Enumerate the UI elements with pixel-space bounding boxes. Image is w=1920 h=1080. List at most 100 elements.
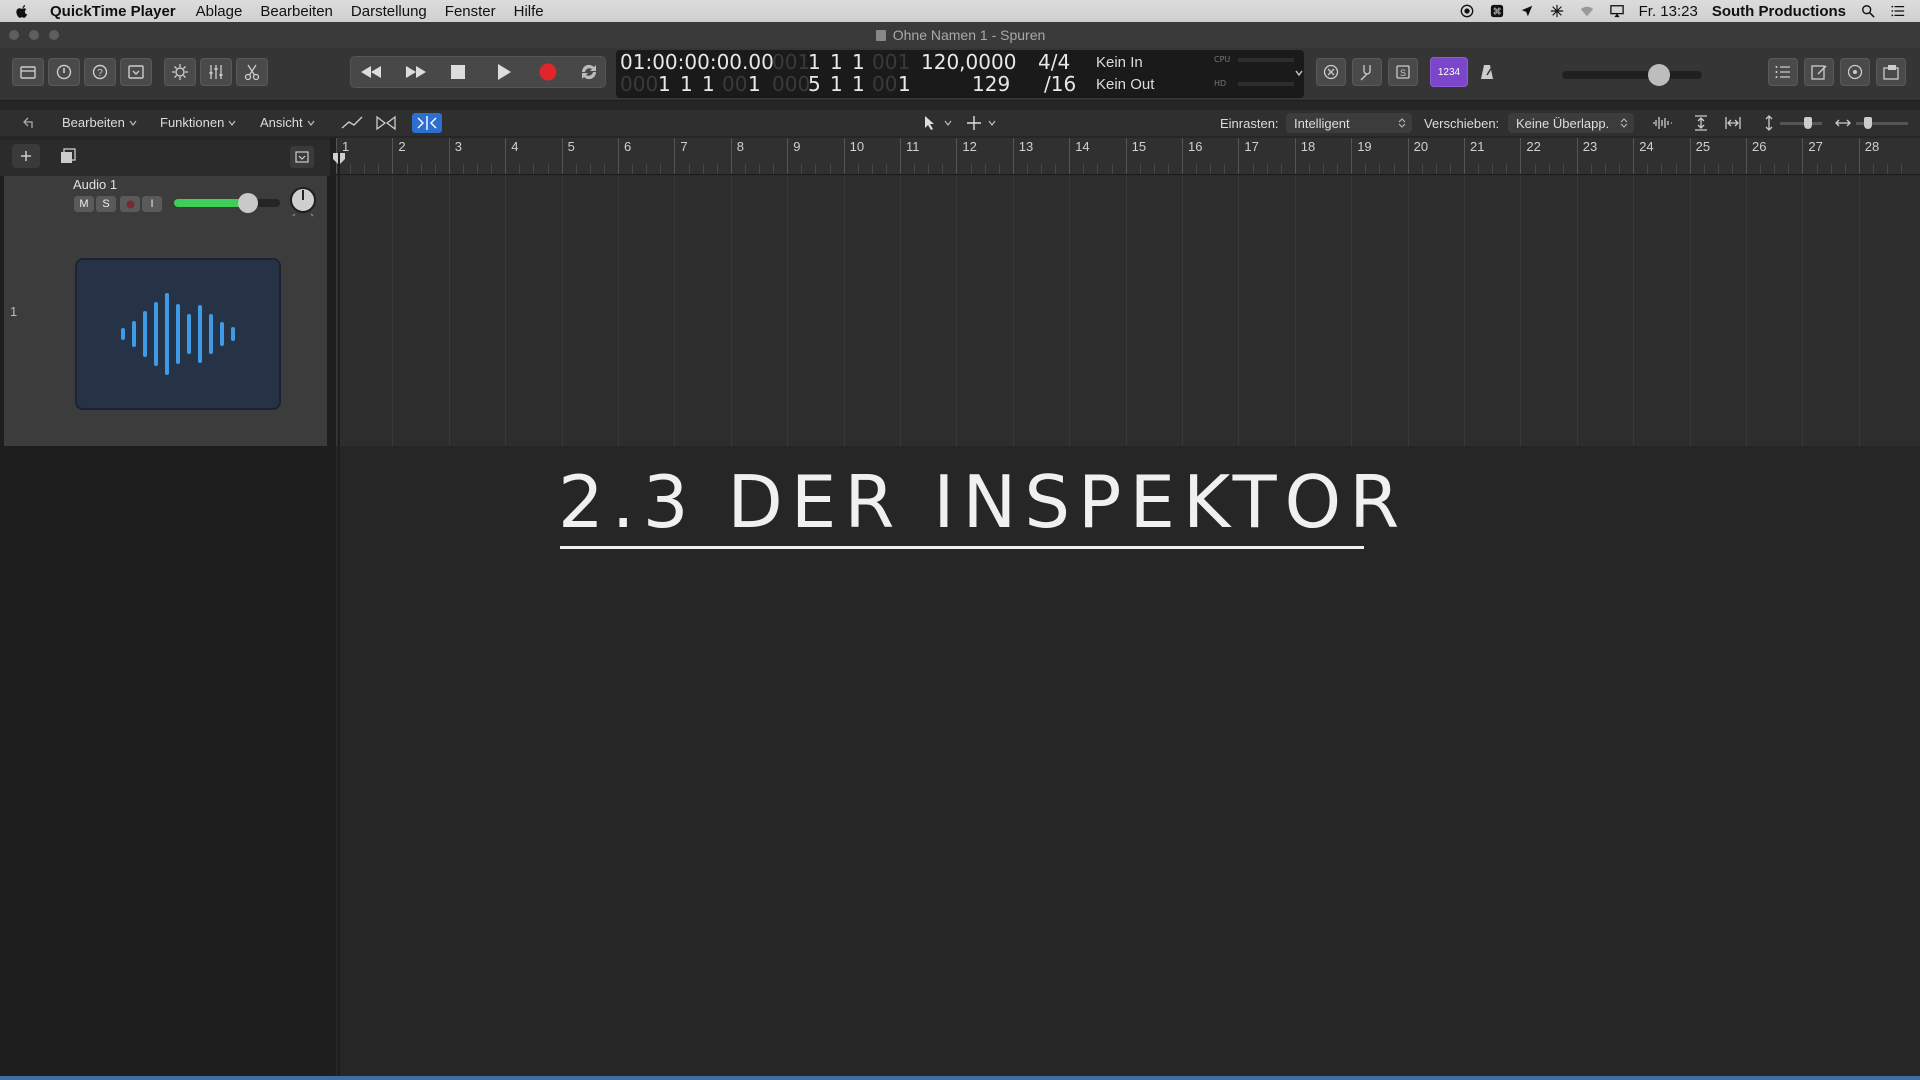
view-menu[interactable]: Ansicht (260, 115, 315, 130)
track-volume-knob[interactable] (238, 193, 259, 213)
horizontal-zoom-thumb[interactable] (1864, 117, 1872, 129)
ruler-bar-number: 16 (1188, 139, 1203, 154)
menubar-clock[interactable]: Fr. 13:23 (1639, 3, 1698, 20)
rewind-icon[interactable] (355, 63, 387, 81)
menu-ablage[interactable]: Ablage (196, 3, 243, 20)
pointer-tool-icon[interactable] (922, 115, 938, 131)
lcd-signature[interactable]: 4/4 (1038, 50, 1070, 74)
wifi-icon[interactable] (1579, 4, 1595, 18)
fast-forward-icon[interactable] (400, 63, 432, 81)
solo-button[interactable]: S (1388, 58, 1418, 86)
mixer-button[interactable] (200, 58, 232, 86)
browser-button[interactable] (1876, 58, 1906, 86)
menu-darstellung[interactable]: Darstellung (351, 3, 427, 20)
lcd-division[interactable]: /16 (1044, 72, 1076, 96)
menu-fenster[interactable]: Fenster (445, 3, 496, 20)
svg-text:⌘: ⌘ (1492, 7, 1501, 17)
command-icon[interactable]: ⌘ (1489, 4, 1505, 18)
network-icon[interactable] (1549, 4, 1565, 18)
waveform-zoom-icon[interactable] (1650, 114, 1674, 132)
edit-menu[interactable]: Bearbeiten (62, 115, 137, 130)
catch-button[interactable] (412, 113, 442, 133)
playhead-line[interactable] (338, 152, 340, 1080)
vertical-zoom-slider[interactable] (1780, 122, 1822, 125)
library-icon (20, 66, 36, 79)
drag-popup[interactable]: Keine Überlapp. (1508, 113, 1634, 133)
duplicate-track-button[interactable] (54, 144, 82, 168)
track-name[interactable]: Audio 1 (73, 177, 117, 192)
lcd-tempo[interactable]: 120,0000 (921, 50, 1016, 74)
back-arrow-icon[interactable] (20, 116, 34, 130)
record-enable-button[interactable] (120, 196, 140, 212)
menu-hilfe[interactable]: Hilfe (514, 3, 544, 20)
count-in-button[interactable]: 1234 (1430, 57, 1468, 87)
track-lane-audio-1[interactable] (336, 176, 1920, 446)
minimize-window-button[interactable] (29, 30, 39, 40)
lcd-display[interactable]: 01:00:00:00.00 001 1 1 1 001 000 1 1 1 0… (616, 50, 1304, 98)
bar-ruler[interactable]: 1 2 3 4 5 6 7 8 9 10 11 12 13 14 15 16 17 18 19 20 21 22 23 24 2… (336, 138, 1920, 175)
location-icon[interactable] (1519, 4, 1535, 18)
add-track-button[interactable] (12, 144, 40, 168)
vertical-fit-icon[interactable] (1692, 114, 1710, 132)
ruler-subtick (1139, 164, 1141, 174)
record-icon[interactable] (538, 62, 558, 82)
library-button[interactable] (12, 58, 44, 86)
track-list-divider[interactable] (330, 138, 336, 1080)
quick-help-button[interactable]: ? (84, 58, 116, 86)
close-window-button[interactable] (9, 30, 19, 40)
ruler-tick (730, 138, 732, 174)
help-icon: ? (92, 64, 108, 80)
screen-record-icon[interactable] (1459, 4, 1475, 18)
solo-track-button[interactable]: S (96, 196, 116, 212)
chevron-down-icon[interactable] (988, 119, 996, 127)
editors-button[interactable] (236, 58, 268, 86)
track-volume-slider[interactable] (174, 199, 280, 207)
mute-button[interactable]: M (74, 196, 94, 212)
airplay-icon[interactable] (1609, 4, 1625, 18)
ruler-subtick (378, 164, 380, 174)
play-icon[interactable] (496, 63, 512, 81)
notepad-button[interactable] (1804, 58, 1834, 86)
automation-icon[interactable] (340, 115, 364, 131)
apple-icon[interactable] (14, 3, 30, 19)
global-tracks-button[interactable] (290, 146, 314, 168)
flex-icon[interactable] (374, 115, 398, 131)
input-monitor-button[interactable]: I (142, 196, 162, 212)
cycle-icon[interactable] (578, 62, 600, 82)
master-volume-knob[interactable] (1648, 64, 1670, 86)
ruler-tick (900, 138, 901, 174)
ruler-subtick (1844, 164, 1846, 174)
functions-menu[interactable]: Funktionen (160, 115, 236, 130)
menu-bearbeiten[interactable]: Bearbeiten (260, 3, 333, 20)
vertical-zoom-thumb[interactable] (1804, 117, 1812, 129)
list-editors-button[interactable] (1768, 58, 1798, 86)
pan-knob-icon[interactable] (288, 186, 318, 218)
track-icon[interactable] (75, 258, 281, 410)
ruler-subtick (364, 164, 366, 174)
lcd-end-bottom-dim: 000 (772, 72, 811, 96)
notification-center-icon[interactable] (1890, 4, 1906, 18)
lcd-end-bottom-3: 1 (852, 72, 865, 96)
spotlight-icon[interactable] (1860, 4, 1876, 18)
loop-browser-button[interactable] (1840, 58, 1870, 86)
tuner-button[interactable] (1352, 58, 1382, 86)
svg-text:S: S (1400, 68, 1406, 78)
master-volume-slider[interactable] (1562, 71, 1702, 79)
snap-popup[interactable]: Intelligent (1286, 113, 1412, 133)
stop-icon[interactable] (450, 64, 466, 80)
replace-button[interactable] (1316, 58, 1346, 86)
ruler-bar-number: 25 (1695, 139, 1711, 154)
menubar-user[interactable]: South Productions (1712, 3, 1846, 20)
zoom-window-button[interactable] (49, 30, 59, 40)
lcd-dropdown-chevron-icon[interactable] (1294, 68, 1304, 78)
metronome-button[interactable] (1472, 58, 1502, 86)
toolbar-button[interactable] (120, 58, 152, 86)
menu-app-name[interactable]: QuickTime Player (50, 3, 176, 20)
crosshair-tool-icon[interactable] (966, 115, 982, 131)
lcd-in-label[interactable]: Kein In (1096, 54, 1143, 71)
lcd-out-label[interactable]: Kein Out (1096, 76, 1154, 93)
inspector-button[interactable] (48, 58, 80, 86)
horizontal-fit-icon[interactable] (1724, 114, 1742, 132)
chevron-down-icon[interactable] (944, 119, 952, 127)
smart-controls-button[interactable] (164, 58, 196, 86)
